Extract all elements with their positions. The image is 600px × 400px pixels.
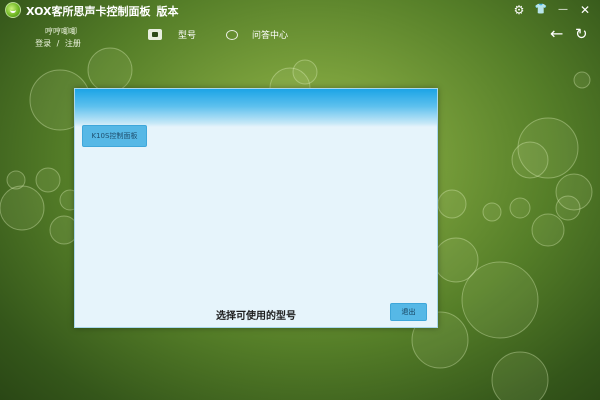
refresh-icon[interactable]: ↻ (575, 26, 591, 42)
settings-icon[interactable]: ⚙ (510, 1, 528, 19)
app-title: XOX客所思声卡控制面板 版本 (26, 3, 179, 19)
username: 哼哼唧唧 (45, 27, 77, 36)
app-logo-icon (5, 2, 21, 18)
model-select-dialog: K10S控制面板 选择可使用的型号 退出 (74, 88, 438, 328)
register-link[interactable]: 注册 (65, 39, 81, 48)
auth-separator: / (56, 39, 60, 48)
chat-bubble-icon (226, 29, 238, 40)
model-icon (148, 29, 162, 40)
version-label[interactable]: 版本 (157, 5, 179, 18)
close-icon[interactable]: ✕ (576, 1, 594, 19)
nav-qa-label: 问答中心 (252, 31, 289, 41)
auth-links: 登录 / 注册 (30, 38, 86, 50)
user-panel: 哼哼唧唧 登录 / 注册 (35, 26, 86, 50)
skin-icon[interactable]: 👕 (532, 1, 550, 19)
nav-qa-center[interactable]: 问答中心 (226, 28, 288, 41)
app-name: XOX客所思声卡控制面板 (26, 5, 151, 18)
back-arrow-icon[interactable]: ← (550, 26, 566, 42)
exit-button[interactable]: 退出 (390, 303, 427, 321)
minimize-icon[interactable]: — (554, 1, 572, 19)
window-controls: ⚙ 👕 — ✕ (510, 1, 594, 19)
dialog-header (75, 89, 437, 127)
title-bar[interactable]: XOX客所思声卡控制面板 版本 ⚙ 👕 — ✕ (0, 0, 600, 20)
nav-models-label: 型号 (178, 31, 197, 41)
nav-models[interactable]: 型号 (148, 28, 196, 41)
model-option-button[interactable]: K10S控制面板 (82, 125, 147, 147)
dialog-caption: 选择可使用的型号 (216, 311, 296, 322)
login-link[interactable]: 登录 (35, 39, 51, 48)
